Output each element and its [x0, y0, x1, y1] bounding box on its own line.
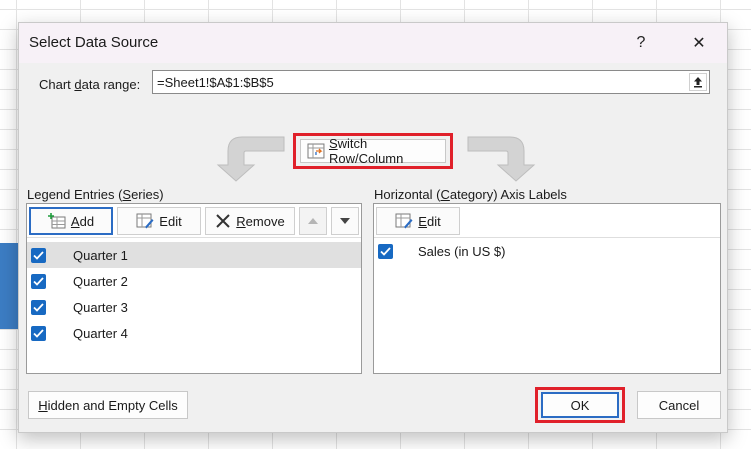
- move-up-arrow-icon: [308, 218, 318, 224]
- add-table-icon: [47, 213, 66, 229]
- series-label: Quarter 1: [73, 247, 128, 263]
- remove-series-label: Remove: [236, 213, 285, 229]
- edit-series-button[interactable]: Edit: [117, 207, 201, 235]
- move-down-button[interactable]: [331, 207, 359, 235]
- chart-data-range-label: Chart data range:: [39, 77, 141, 92]
- remove-x-icon: [216, 214, 230, 228]
- switch-row-column-button[interactable]: Switch Row/Column: [300, 136, 446, 166]
- series-label: Quarter 3: [73, 299, 128, 315]
- hidden-empty-cells-button[interactable]: Hidden and Empty Cells: [28, 391, 188, 419]
- switch-highlight-box: Switch Row/Column: [293, 133, 453, 169]
- curved-arrow-right-icon: [467, 136, 536, 182]
- collapse-dialog-button[interactable]: [689, 73, 707, 91]
- axis-labels-panel: Edit Sales (in US $): [373, 203, 721, 374]
- select-data-source-dialog: Select Data Source ? ✕ Chart data range:…: [18, 22, 728, 433]
- edit-table-icon: [395, 213, 413, 229]
- axis-label-checkbox[interactable]: [378, 243, 393, 259]
- legend-list-item[interactable]: Quarter 3: [27, 294, 361, 320]
- collapse-upload-icon: [694, 77, 702, 88]
- switch-row-column-label: Switch Row/Column: [328, 136, 404, 166]
- checkmark-icon: [380, 246, 391, 256]
- legend-list-item[interactable]: Quarter 4: [27, 320, 361, 346]
- checkmark-icon: [33, 302, 44, 312]
- axis-label-text: Sales (in US $): [418, 243, 506, 259]
- axis-toolbar: Edit: [374, 204, 720, 238]
- series-checkbox[interactable]: [31, 299, 46, 315]
- cancel-label: Cancel: [658, 397, 700, 413]
- sheet-selection: [0, 243, 18, 329]
- title-bar: Select Data Source ? ✕: [19, 23, 727, 63]
- legend-entries-panel: Add Edit Remove Quarter 1 Quarter 2 Quar…: [26, 203, 362, 374]
- checkmark-icon: [33, 276, 44, 286]
- ok-button[interactable]: OK: [541, 392, 619, 418]
- move-down-arrow-icon: [340, 218, 350, 224]
- help-button[interactable]: ?: [621, 27, 661, 59]
- edit-series-label: Edit: [159, 213, 182, 229]
- axis-list-item[interactable]: Sales (in US $): [374, 238, 720, 264]
- checkmark-icon: [33, 250, 44, 260]
- series-label: Quarter 4: [73, 325, 128, 341]
- curved-arrow-left-icon: [216, 136, 285, 182]
- add-series-button[interactable]: Add: [29, 207, 113, 235]
- hidden-empty-cells-label: Hidden and Empty Cells: [38, 397, 178, 413]
- chart-data-range-input[interactable]: =Sheet1!$A$1:$B$5: [152, 70, 710, 94]
- move-up-button[interactable]: [299, 207, 327, 235]
- chart-data-range-value: =Sheet1!$A$1:$B$5: [157, 75, 274, 90]
- axis-labels-label: Horizontal (Category) Axis Labels: [374, 187, 567, 202]
- edit-axis-labels-label: Edit: [418, 213, 441, 229]
- legend-toolbar: Add Edit Remove: [27, 204, 361, 238]
- series-checkbox[interactable]: [31, 247, 46, 263]
- dialog-title: Select Data Source: [29, 34, 159, 51]
- close-icon: ✕: [692, 35, 706, 52]
- series-checkbox[interactable]: [31, 325, 46, 341]
- close-button[interactable]: ✕: [679, 27, 719, 59]
- legend-list-item[interactable]: Quarter 1: [27, 242, 361, 268]
- ok-highlight-box: OK: [535, 387, 625, 423]
- remove-series-button[interactable]: Remove: [205, 207, 295, 235]
- series-checkbox[interactable]: [31, 273, 46, 289]
- checkmark-icon: [33, 328, 44, 338]
- legend-entries-label: Legend Entries (Series): [27, 187, 164, 202]
- legend-list-item[interactable]: Quarter 2: [27, 268, 361, 294]
- add-series-label: Add: [70, 213, 95, 229]
- cancel-button[interactable]: Cancel: [637, 391, 721, 419]
- ok-label: OK: [570, 397, 590, 413]
- edit-table-icon: [136, 213, 154, 229]
- series-label: Quarter 2: [73, 273, 128, 289]
- edit-axis-labels-button[interactable]: Edit: [376, 207, 460, 235]
- switch-row-column-icon: [307, 143, 325, 159]
